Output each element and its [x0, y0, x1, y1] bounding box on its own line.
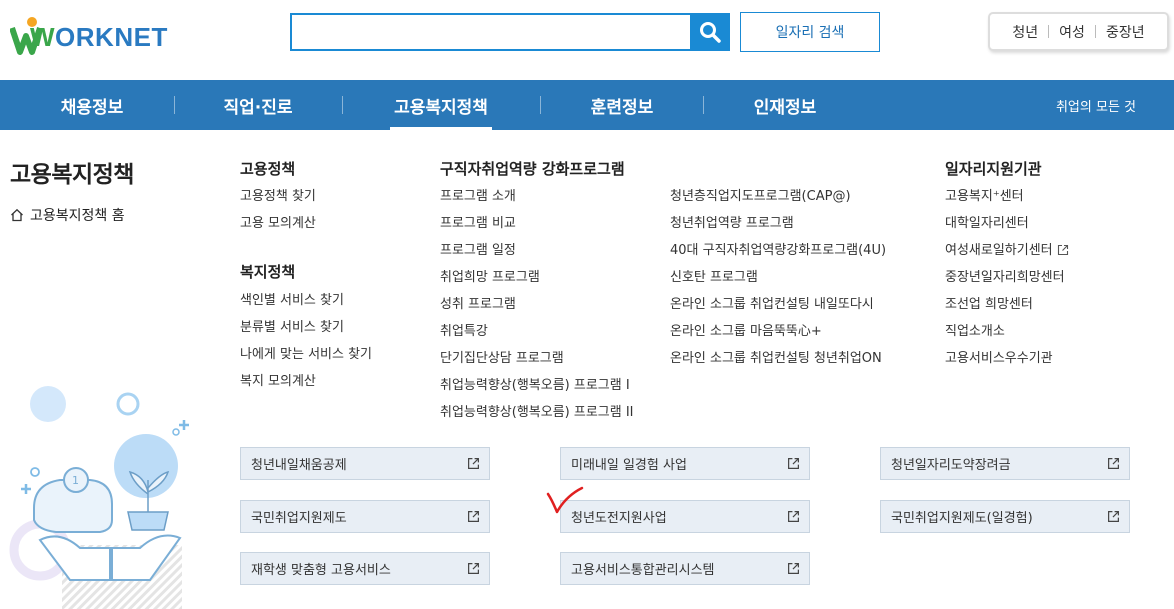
job-support-orgs-list: 고용복지⁺센터 대학일자리센터 여성새로일하기센터 중장년일자리희망센터 조선업…: [945, 188, 1069, 377]
box-link-label: 재학생 맞춤형 고용서비스: [251, 563, 391, 578]
nav-item-training[interactable]: 훈련정보: [570, 80, 674, 130]
external-link-icon: [468, 511, 479, 522]
external-link-icon: [1057, 244, 1068, 256]
section-home-link[interactable]: 고용복지정책 홈: [10, 205, 125, 225]
nav-item-career[interactable]: 직업·진로: [205, 80, 311, 130]
external-link-icon: [468, 563, 479, 574]
menu-item[interactable]: 취업희망 프로그램: [440, 269, 634, 296]
external-link-icon: [468, 458, 479, 469]
external-link-icon: [788, 563, 799, 574]
home-icon: [11, 208, 23, 222]
menu-item[interactable]: 프로그램 비교: [440, 215, 634, 242]
savings-illustration: 1: [9, 386, 189, 609]
box-link-label: 고용서비스통합관리시스템: [571, 563, 715, 578]
menu-item[interactable]: 복지 모의계산: [240, 373, 372, 400]
job-seeker-programs-list-1: 프로그램 소개 프로그램 비교 프로그램 일정 취업희망 프로그램 성취 프로그…: [440, 188, 634, 431]
menu-item-external[interactable]: 여성새로일하기센터: [945, 242, 1069, 269]
job-search-button[interactable]: 일자리 검색: [740, 12, 880, 52]
nav-item-talent[interactable]: 인재정보: [733, 80, 837, 130]
menu-item[interactable]: 프로그램 소개: [440, 188, 634, 215]
menu-item[interactable]: 직업소개소: [945, 323, 1069, 350]
box-link[interactable]: 재학생 맞춤형 고용서비스: [240, 552, 490, 585]
employment-policy-list: 고용정책 찾기 고용 모의계산: [240, 188, 316, 242]
external-link-icon: [788, 458, 799, 469]
quick-links: 청년 여성 중장년: [988, 12, 1169, 51]
nav-divider: [540, 96, 541, 114]
box-link[interactable]: 청년내일채움공제: [240, 447, 490, 480]
box-link[interactable]: 국민취업지원제도(일경험): [880, 500, 1130, 533]
nav-item-job-info[interactable]: 채용정보: [40, 80, 144, 130]
box-link[interactable]: 국민취업지원제도: [240, 500, 490, 533]
quick-link-women[interactable]: 여성: [1049, 22, 1095, 42]
menu-item[interactable]: 취업특강: [440, 323, 634, 350]
menu-item[interactable]: 조선업 희망센터: [945, 296, 1069, 323]
search-icon: [700, 22, 721, 43]
search-field[interactable]: [290, 13, 690, 51]
quick-link-middle-aged[interactable]: 중장년: [1096, 22, 1155, 42]
worknet-logo[interactable]: WORKNET: [10, 14, 170, 58]
box-link-label: 국민취업지원제도(일경험): [891, 511, 1033, 526]
box-link[interactable]: 청년도전지원사업: [560, 500, 810, 533]
section-title: 고용복지정책: [10, 162, 134, 188]
external-link-icon: [1108, 511, 1119, 522]
menu-item-label: 여성새로일하기센터: [945, 243, 1053, 258]
menu-item[interactable]: 청년층직업지도프로그램(CAP@): [670, 188, 886, 215]
menu-item[interactable]: 프로그램 일정: [440, 242, 634, 269]
menu-item[interactable]: 온라인 소그룹 마음뚝뚝心+: [670, 323, 886, 350]
box-link[interactable]: 청년일자리도약장려금: [880, 447, 1130, 480]
menu-item[interactable]: 청년취업역량 프로그램: [670, 215, 886, 242]
box-link[interactable]: 고용서비스통합관리시스템: [560, 552, 810, 585]
menu-item[interactable]: 취업능력향상(행복오름) 프로그램 II: [440, 404, 634, 431]
menu-item[interactable]: 고용정책 찾기: [240, 188, 316, 215]
nav-divider: [342, 96, 343, 114]
box-link-label: 미래내일 일경험 사업: [571, 458, 687, 473]
menu-item[interactable]: 고용복지⁺센터: [945, 188, 1069, 215]
box-link-label: 청년일자리도약장려금: [891, 458, 1011, 473]
menu-item[interactable]: 신호탄 프로그램: [670, 269, 886, 296]
box-link[interactable]: 미래내일 일경험 사업: [560, 447, 810, 480]
menu-item[interactable]: 분류별 서비스 찾기: [240, 319, 372, 346]
menu-item[interactable]: 대학일자리센터: [945, 215, 1069, 242]
logo-text: WORKNET: [30, 22, 168, 52]
menu-item[interactable]: 고용서비스우수기관: [945, 350, 1069, 377]
all-about-jobs-link[interactable]: 취업의 모든 것: [1056, 80, 1136, 130]
box-link-label: 국민취업지원제도: [251, 511, 347, 526]
box-link-label: 청년내일채움공제: [251, 458, 347, 473]
welfare-policy-title: 복지정책: [240, 263, 296, 281]
menu-item[interactable]: 나에게 맞는 서비스 찾기: [240, 346, 372, 373]
menu-item[interactable]: 단기집단상담 프로그램: [440, 350, 634, 377]
job-seeker-programs-title: 구직자취업역량 강화프로그램: [440, 160, 625, 178]
external-link-icon: [1108, 458, 1119, 469]
nav-divider: [174, 96, 175, 114]
main-nav: 채용정보 직업·진로 고용복지정책 훈련정보 인재정보 취업의 모든 것: [0, 80, 1174, 130]
external-link-icon: [788, 511, 799, 522]
checkmark-annotation: [546, 486, 584, 514]
svg-text:1: 1: [72, 474, 79, 487]
employment-policy-title: 고용정책: [240, 160, 296, 178]
section-home-label: 고용복지정책 홈: [30, 208, 125, 224]
menu-item[interactable]: 취업능력향상(행복오름) 프로그램 I: [440, 377, 634, 404]
quick-link-youth[interactable]: 청년: [1002, 22, 1048, 42]
job-seeker-programs-list-2: 청년층직업지도프로그램(CAP@) 청년취업역량 프로그램 40대 구직자취업역…: [670, 188, 886, 377]
nav-divider: [703, 96, 704, 114]
welfare-policy-list: 색인별 서비스 찾기 분류별 서비스 찾기 나에게 맞는 서비스 찾기 복지 모…: [240, 292, 372, 400]
menu-item[interactable]: 성취 프로그램: [440, 296, 634, 323]
search-button[interactable]: [690, 13, 730, 51]
menu-item[interactable]: 40대 구직자취업역량강화프로그램(4U): [670, 242, 886, 269]
menu-item[interactable]: 중장년일자리희망센터: [945, 269, 1069, 296]
nav-item-employment-welfare[interactable]: 고용복지정책: [390, 80, 492, 130]
search-input[interactable]: [292, 15, 690, 49]
menu-item[interactable]: 색인별 서비스 찾기: [240, 292, 372, 319]
menu-item[interactable]: 온라인 소그룹 취업컨설팅 청년취업ON: [670, 350, 886, 377]
menu-item[interactable]: 고용 모의계산: [240, 215, 316, 242]
menu-item[interactable]: 온라인 소그룹 취업컨설팅 내일또다시: [670, 296, 886, 323]
job-support-orgs-title: 일자리지원기관: [945, 160, 1042, 178]
